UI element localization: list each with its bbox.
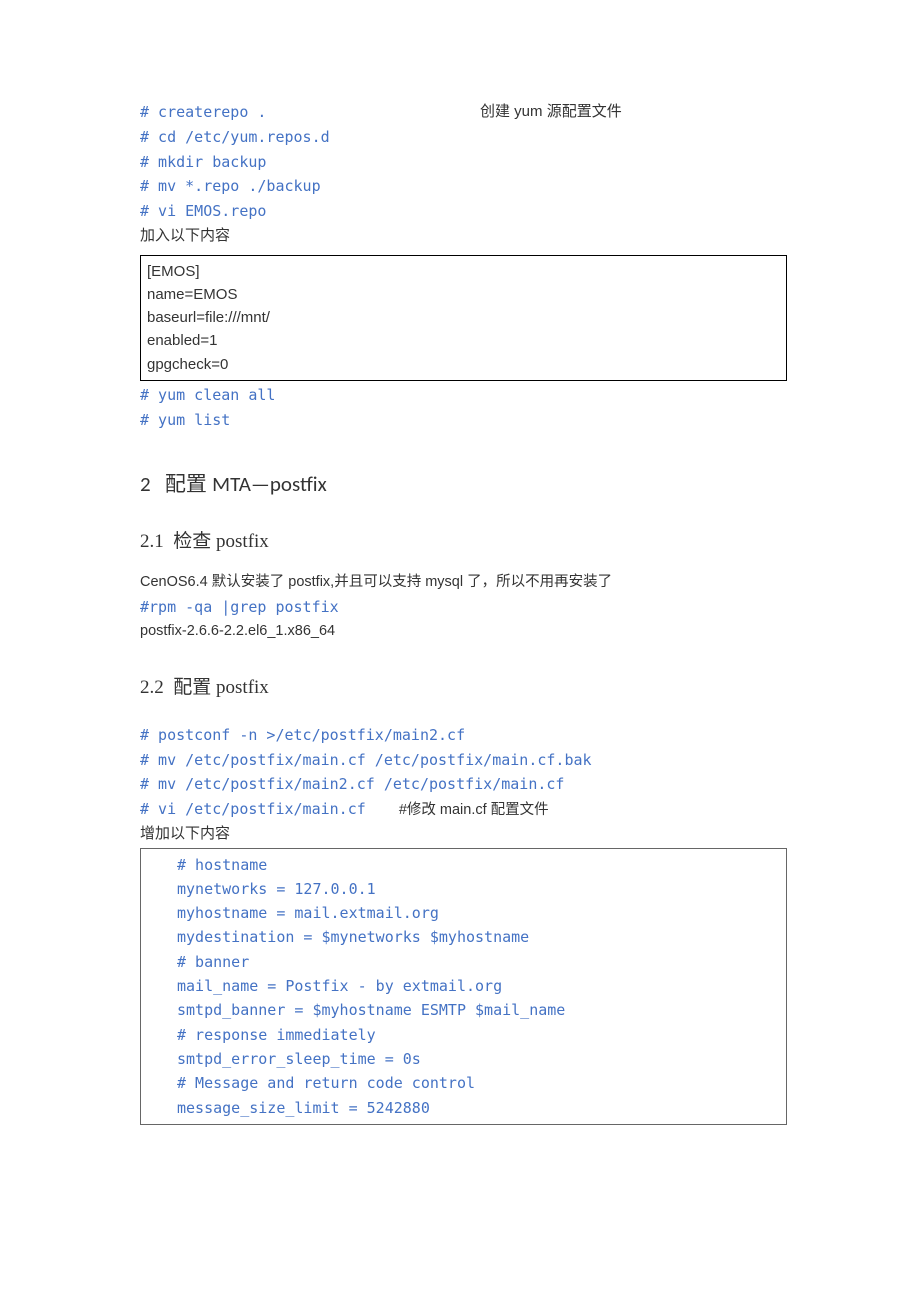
cmd-createrepo: # createrepo . <box>140 100 480 125</box>
comment-create-yum: 创建 yum 源配置文件 <box>480 100 622 125</box>
cfg-mydestination: mydestination = $mynetworks $myhostname <box>177 925 786 949</box>
heading-2-1: 2.1 检查 postfix <box>140 526 787 553</box>
cmd-vi-maincf-line: # vi /etc/postfix/main.cf #修改 main.cf 配置… <box>140 797 787 822</box>
cfg-banner-comment: # banner <box>177 950 786 974</box>
cmd-mv-maincf-bak: # mv /etc/postfix/main.cf /etc/postfix/m… <box>140 748 787 773</box>
comment-pre: 创建 <box>480 103 514 120</box>
cmd-yum-clean: # yum clean all <box>140 383 787 408</box>
comment-yum-word: yum <box>514 103 547 120</box>
h2-cn-text: 配置 <box>165 472 212 496</box>
cfg-smtpd-banner: smtpd_banner = $myhostname ESMTP $mail_n… <box>177 998 786 1022</box>
box-emos-baseurl: baseurl=file:///mnt/ <box>147 306 780 329</box>
cmd-vi-emos: # vi EMOS.repo <box>140 199 787 224</box>
box-emos-section: [EMOS] <box>147 260 780 283</box>
document-page: # createrepo . 创建 yum 源配置文件 # cd /etc/yu… <box>0 0 920 1185</box>
h3-en-21: postfix <box>216 531 269 552</box>
code-line-createrepo: # createrepo . 创建 yum 源配置文件 <box>140 100 787 125</box>
h3-en-22: postfix <box>216 677 269 698</box>
box-emos-enabled: enabled=1 <box>147 329 780 352</box>
cfg-mynetworks: mynetworks = 127.0.0.1 <box>177 877 786 901</box>
cmd-cd-repos: # cd /etc/yum.repos.d <box>140 125 787 150</box>
h3-cn-22: 配置 <box>173 677 216 698</box>
h2-en-text: MTA—postfix <box>212 471 327 497</box>
cmd-mv-repo: # mv *.repo ./backup <box>140 174 787 199</box>
cfg-message-comment: # Message and return code control <box>177 1071 786 1095</box>
cmd-vi-maincf: # vi /etc/postfix/main.cf <box>140 800 375 818</box>
box-emos-name: name=EMOS <box>147 283 780 306</box>
cmd-rpm-grep: #rpm -qa |grep postfix <box>140 595 787 620</box>
text-add-content: 加入以下内容 <box>140 224 787 249</box>
config-box-postfix: # hostname mynetworks = 127.0.0.1 myhost… <box>140 848 787 1125</box>
config-box-emos: [EMOS] name=EMOS baseurl=file:///mnt/ en… <box>140 255 787 381</box>
h3-number-21: 2.1 <box>140 531 164 552</box>
cfg-mailname: mail_name = Postfix - by extmail.org <box>177 974 786 998</box>
cfg-myhostname: myhostname = mail.extmail.org <box>177 901 786 925</box>
cfg-size-limit: message_size_limit = 5242880 <box>177 1096 786 1120</box>
cmd-yum-list: # yum list <box>140 408 787 433</box>
cmd-mkdir-backup: # mkdir backup <box>140 150 787 175</box>
text-postfix-version: postfix-2.6.6-2.2.el6_1.x86_64 <box>140 620 787 644</box>
comment-modify-maincf: #修改 main.cf 配置文件 <box>399 802 549 818</box>
heading-2: 2 配置 MTA—postfix <box>140 468 787 498</box>
text-add-following: 增加以下内容 <box>140 822 787 847</box>
h3-number-22: 2.2 <box>140 677 164 698</box>
comment-post: 源配置文件 <box>547 103 622 120</box>
cmd-mv-main2cf: # mv /etc/postfix/main2.cf /etc/postfix/… <box>140 772 787 797</box>
cfg-sleep-time: smtpd_error_sleep_time = 0s <box>177 1047 786 1071</box>
cfg-response-comment: # response immediately <box>177 1023 786 1047</box>
h3-cn-21: 检查 <box>173 531 216 552</box>
cfg-hostname-comment: # hostname <box>177 853 786 877</box>
box-emos-gpgcheck: gpgcheck=0 <box>147 353 780 376</box>
text-cenos-desc: CenOS6.4 默认安装了 postfix,并且可以支持 mysql 了，所以… <box>140 571 787 595</box>
h2-number: 2 <box>140 471 151 497</box>
heading-2-2: 2.2 配置 postfix <box>140 672 787 699</box>
cmd-postconf: # postconf -n >/etc/postfix/main2.cf <box>140 723 787 748</box>
